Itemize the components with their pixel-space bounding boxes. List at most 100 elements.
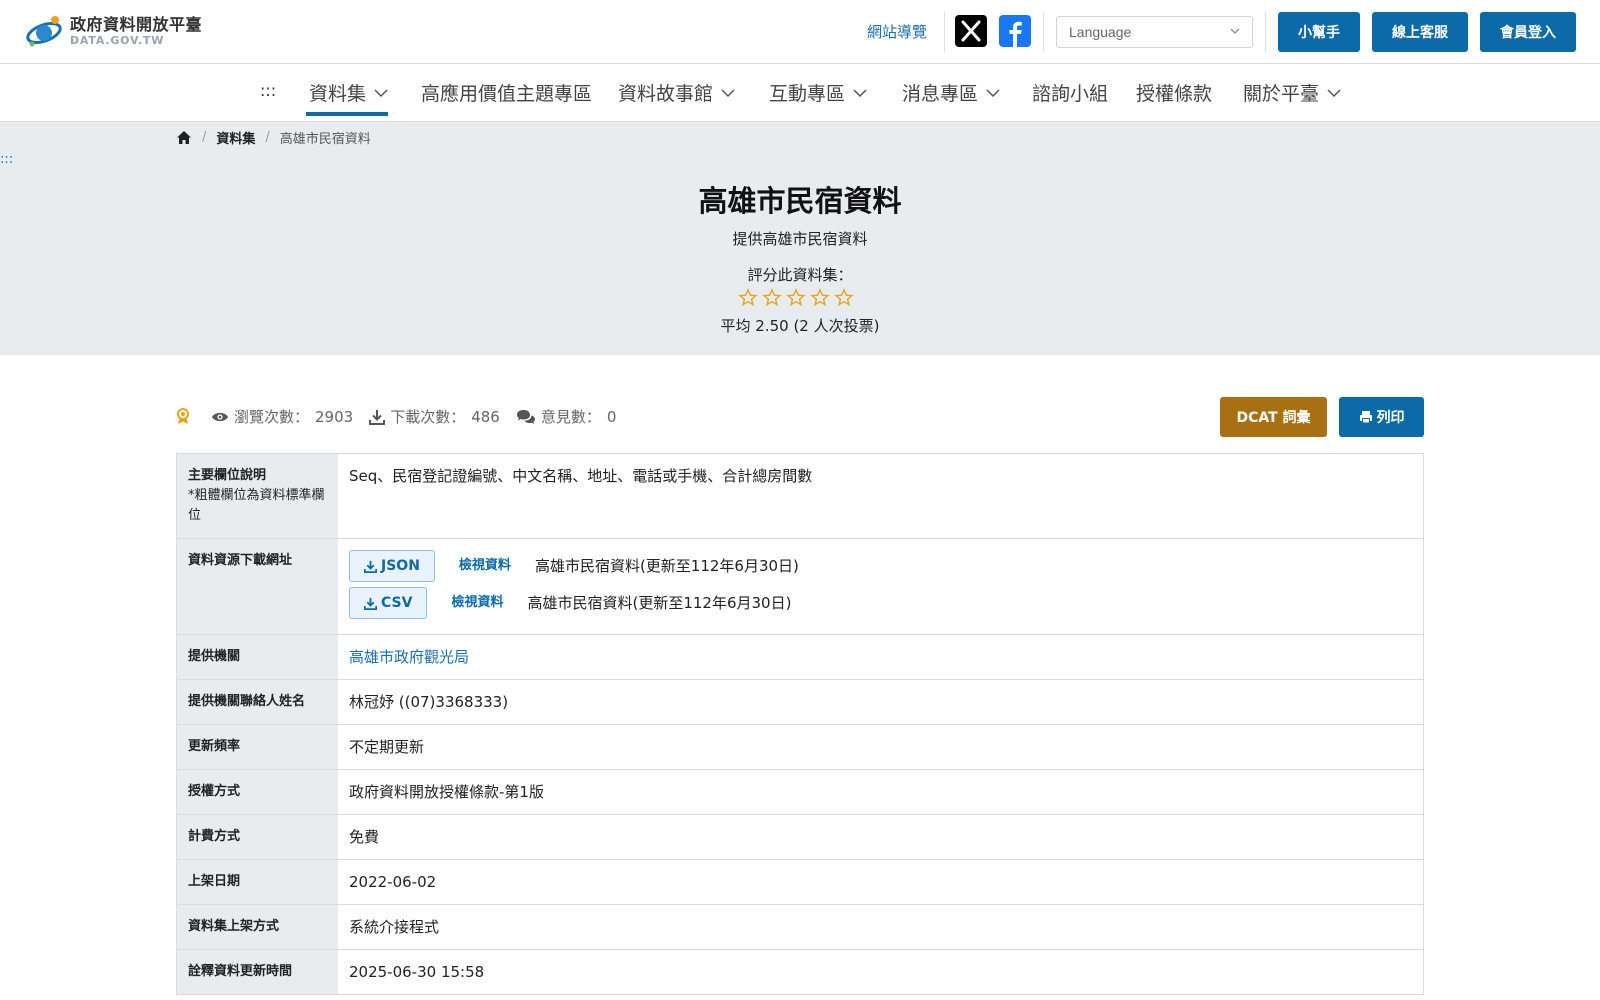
resource-item: JSON 檢視資料 高雄市民宿資料(更新至112年6月30日) <box>349 550 1412 582</box>
star-icon[interactable] <box>834 288 854 308</box>
download-csv-button[interactable]: CSV <box>349 587 428 619</box>
dcat-vocabulary-button[interactable]: DCAT 詞彙 <box>1220 397 1327 437</box>
row-value: 免費 <box>349 828 380 846</box>
view-data-link[interactable]: 檢視資料 <box>451 593 503 613</box>
print-label: 列印 <box>1376 410 1405 426</box>
resource-description: 高雄市民宿資料(更新至112年6月30日) <box>527 594 792 612</box>
row-value: 2025-06-30 15:58 <box>349 963 485 981</box>
language-select[interactable]: Language <box>1056 16 1253 48</box>
nav-item-label: 授權條款 <box>1136 83 1213 105</box>
nav-item-interactive[interactable]: 互動專區 <box>769 79 867 106</box>
table-row: 資料集上架方式 系統介接程式 <box>177 905 1423 950</box>
nav-item-advisory[interactable]: 諮詢小組 <box>1032 79 1108 106</box>
table-row: 計費方式 免費 <box>177 815 1423 860</box>
resource-description: 高雄市民宿資料(更新至112年6月30日) <box>534 557 799 575</box>
views-count: 2903 <box>315 407 354 426</box>
chevron-down-icon <box>1327 88 1341 97</box>
divider <box>1265 12 1266 52</box>
fields-label: 主要欄位說明 <box>188 468 267 483</box>
resources-cell: JSON 檢視資料 高雄市民宿資料(更新至112年6月30日) CSV 檢視資料… <box>338 539 1423 634</box>
dataset-banner: / 資料集 / 高雄市民宿資料 ::: 高雄市民宿資料 提供高雄市民宿資料 評分… <box>0 122 1600 355</box>
downloads-label: 下載次數： <box>390 408 466 426</box>
print-button[interactable]: 列印 <box>1339 397 1424 437</box>
divider <box>1043 12 1044 52</box>
row-value: 系統介接程式 <box>349 918 440 936</box>
table-row: 授權方式 政府資料開放授權條款-第1版 <box>177 770 1423 815</box>
helper-button[interactable]: 小幫手 <box>1278 12 1360 52</box>
row-header: 授權方式 <box>177 770 338 814</box>
view-data-link[interactable]: 檢視資料 <box>459 556 511 576</box>
row-header: 主要欄位說明 *粗體欄位為資料標準欄位 <box>177 454 338 538</box>
printer-icon <box>1359 411 1372 424</box>
comments-icon <box>516 409 535 424</box>
row-header: 計費方式 <box>177 815 338 859</box>
page-title: 高雄市民宿資料 <box>698 184 902 218</box>
row-header: 更新頻率 <box>177 725 338 769</box>
views-label: 瀏覽次數： <box>234 408 310 426</box>
comments-stat: 意見數： 0 <box>516 406 616 427</box>
divider <box>944 12 945 52</box>
page-subtitle: 提供高雄市民宿資料 <box>732 230 868 248</box>
download-icon <box>364 560 377 573</box>
content-accesskey[interactable]: ::: <box>0 152 13 167</box>
nav-item-about[interactable]: 關於平臺 <box>1243 79 1341 106</box>
site-logo[interactable]: 政府資料開放平臺 DATA.GOV.TW <box>24 12 202 50</box>
row-value: 2022-06-02 <box>349 873 437 891</box>
facebook-icon[interactable] <box>999 15 1031 47</box>
nav-item-news[interactable]: 消息專區 <box>902 79 1000 106</box>
table-row: 資料資源下載網址 JSON 檢視資料 高雄市民宿資料(更新至112年6月30日) <box>177 539 1423 635</box>
views-stat: 瀏覽次數： 2903 <box>211 406 353 427</box>
member-login-button[interactable]: 會員登入 <box>1480 12 1576 52</box>
format-label: CSV <box>381 595 413 611</box>
rating-stars <box>738 288 854 308</box>
star-icon[interactable] <box>786 288 806 308</box>
table-row: 提供機關聯絡人姓名 林冠妤 ((07)3368333) <box>177 680 1423 725</box>
star-icon[interactable] <box>810 288 830 308</box>
row-header: 詮釋資料更新時間 <box>177 950 338 994</box>
logo-subtitle: DATA.GOV.TW <box>70 34 165 47</box>
table-row: 提供機關 高雄市政府觀光局 <box>177 635 1423 680</box>
nav-item-datasets[interactable]: 資料集 <box>309 79 388 106</box>
row-value: 林冠妤 ((07)3368333) <box>349 693 509 711</box>
breadcrumb-separator: / <box>265 130 270 145</box>
nav-item-license[interactable]: 授權條款 <box>1136 79 1212 106</box>
download-icon <box>364 597 377 610</box>
row-value: 政府資料開放授權條款-第1版 <box>349 783 544 801</box>
award-icon <box>177 408 189 424</box>
nav-accesskey[interactable]: ::: <box>260 81 276 100</box>
downloads-count: 486 <box>471 407 500 426</box>
nav-item-label: 資料故事館 <box>618 83 714 105</box>
fields-note: *粗體欄位為資料標準欄位 <box>188 488 325 523</box>
chevron-down-icon <box>1230 28 1240 34</box>
sitemap-link[interactable]: 網站導覽 <box>867 21 927 42</box>
table-row: 詮釋資料更新時間 2025-06-30 15:58 <box>177 950 1423 995</box>
nav-item-label: 高應用價值主題專區 <box>421 83 593 105</box>
download-icon <box>369 409 386 425</box>
logo-icon <box>26 16 62 47</box>
download-json-button[interactable]: JSON <box>349 550 435 582</box>
home-icon[interactable] <box>176 130 192 145</box>
dataset-details-table: 主要欄位說明 *粗體欄位為資料標準欄位 Seq、民宿登記證編號、中文名稱、地址、… <box>176 453 1424 995</box>
nav-item-label: 資料集 <box>309 83 367 105</box>
format-label: JSON <box>381 558 420 574</box>
online-service-button[interactable]: 線上客服 <box>1372 12 1468 52</box>
breadcrumb-datasets[interactable]: 資料集 <box>216 128 255 147</box>
rating-average: 平均 2.50 (2 人次投票) <box>720 317 880 335</box>
resource-item: CSV 檢視資料 高雄市民宿資料(更新至112年6月30日) <box>349 587 1412 619</box>
provider-agency-link[interactable]: 高雄市政府觀光局 <box>349 648 469 666</box>
downloads-stat: 下載次數： 486 <box>369 406 500 427</box>
chevron-down-icon <box>986 88 1000 97</box>
nav-item-stories[interactable]: 資料故事館 <box>618 79 735 106</box>
star-icon[interactable] <box>738 288 758 308</box>
x-twitter-icon[interactable] <box>955 15 987 47</box>
chevron-down-icon <box>374 88 388 97</box>
breadcrumb: / 資料集 / 高雄市民宿資料 <box>176 128 371 147</box>
row-value: 不定期更新 <box>349 738 425 756</box>
row-header: 提供機關聯絡人姓名 <box>177 680 338 724</box>
language-placeholder: Language <box>1069 24 1132 40</box>
eye-icon <box>212 412 228 421</box>
star-icon[interactable] <box>762 288 782 308</box>
nav-item-high-value[interactable]: 高應用價值主題專區 <box>421 79 592 106</box>
nav-item-label: 關於平臺 <box>1243 83 1320 105</box>
row-header: 資料資源下載網址 <box>177 539 338 634</box>
